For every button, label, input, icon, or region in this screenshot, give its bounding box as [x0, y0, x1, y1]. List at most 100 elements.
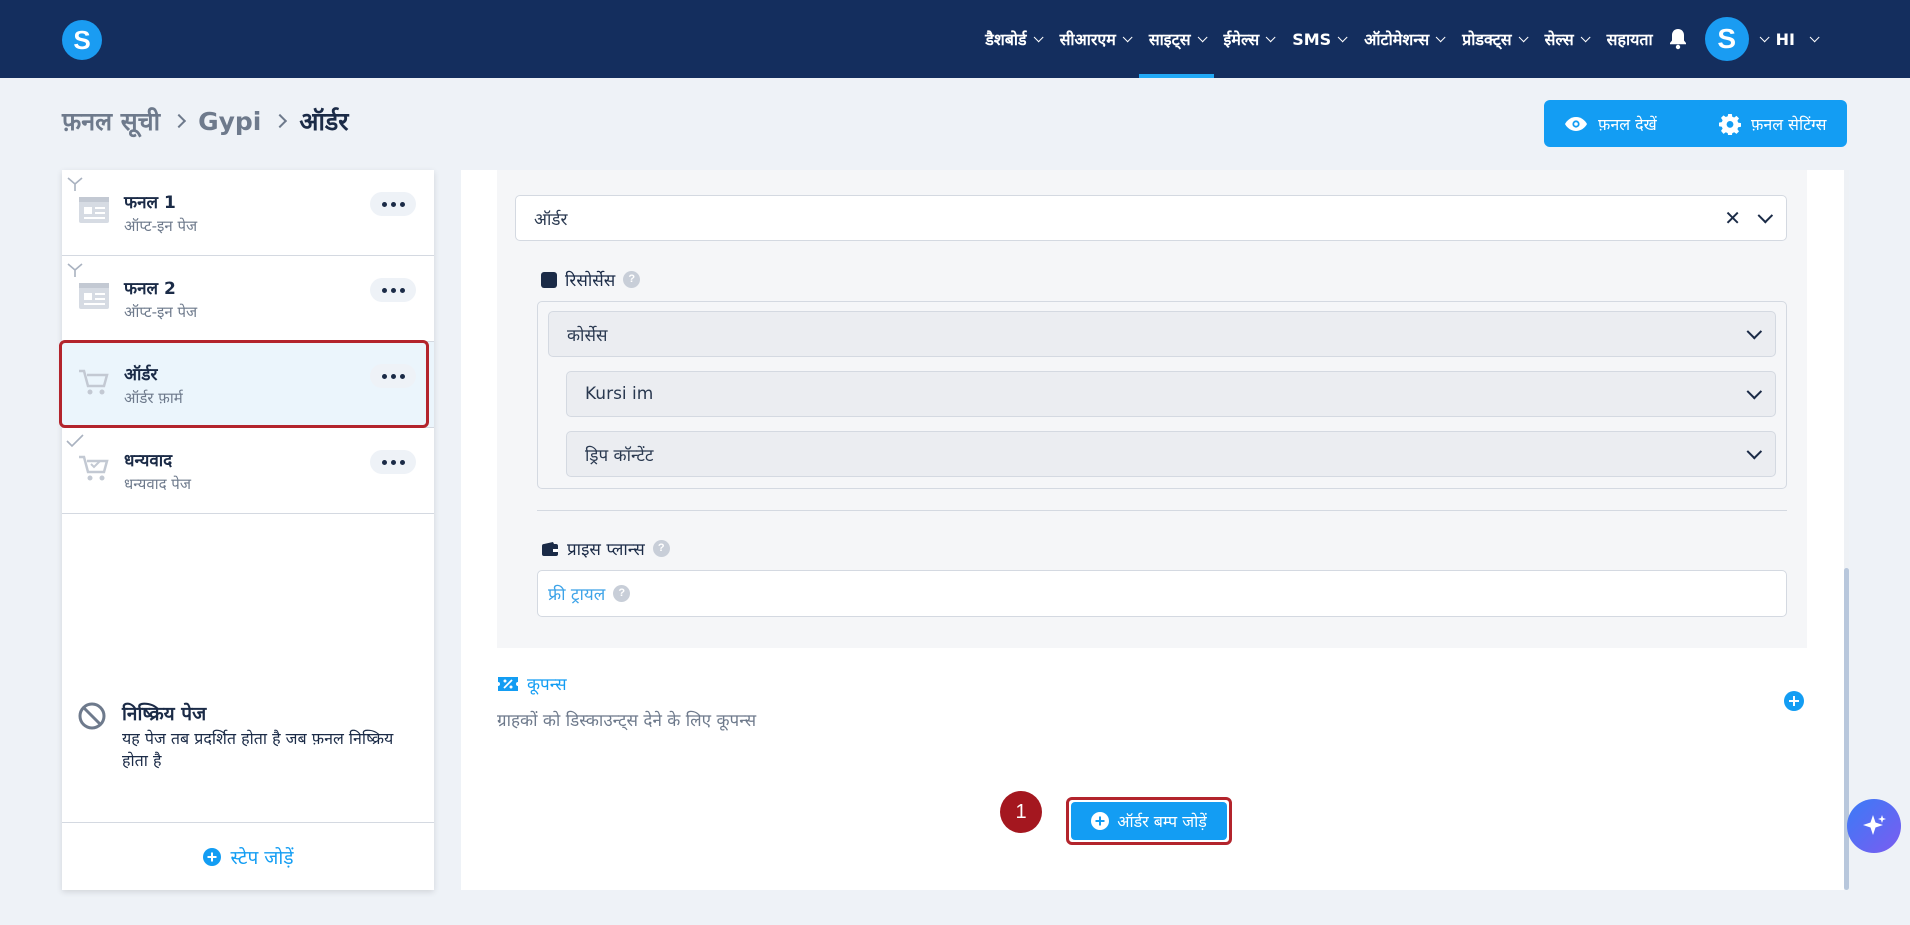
step-subtitle: धन्यवाद पेज: [124, 475, 191, 493]
gear-icon: [1719, 113, 1741, 135]
chevron-down-icon: [1435, 31, 1446, 42]
more-options-button[interactable]: [370, 278, 416, 302]
chevron-down-icon: [1746, 443, 1763, 459]
nav-label: सीआरएम: [1059, 30, 1116, 49]
more-options-button[interactable]: [370, 450, 416, 474]
split-arrow-icon: [67, 177, 83, 191]
step-item[interactable]: धन्यवाद धन्यवाद पेज: [62, 428, 434, 514]
chevron-down-icon: [1337, 31, 1348, 42]
help-icon[interactable]: ?: [623, 271, 641, 288]
free-trial-label: फ्री ट्रायल: [548, 585, 606, 605]
add-order-bump-button[interactable]: ऑर्डर बम्प जोड़ें: [1071, 802, 1227, 840]
step-subtitle: ऑप्ट-इन पेज: [124, 303, 198, 321]
help-icon[interactable]: ?: [652, 540, 670, 557]
price-plans-label: प्राइस प्लान्स: [567, 540, 645, 560]
step-subtitle: ऑप्ट-इन पेज: [124, 217, 198, 235]
nav-label: SMS: [1292, 29, 1332, 49]
nav-sms[interactable]: SMS: [1282, 0, 1354, 78]
page-icon: [79, 197, 109, 223]
funnel-settings-label: फ़नल सेटिंग्स: [1751, 114, 1827, 134]
chevron-down-icon[interactable]: [1757, 207, 1774, 223]
nav-label: साइट्स: [1148, 30, 1191, 49]
chevron-down-icon: [1746, 383, 1763, 399]
view-funnel-button[interactable]: फ़नल देखें: [1544, 100, 1710, 147]
sparkle-icon: [1863, 815, 1886, 835]
inactive-page-title: निष्क्रिय पेज: [122, 703, 207, 725]
breadcrumb-current-page: ऑर्डर: [299, 107, 349, 136]
view-funnel-label: फ़नल देखें: [1598, 114, 1657, 134]
app-logo[interactable]: S: [62, 20, 102, 60]
chevron-down-icon: [1265, 31, 1276, 42]
product-select-value: ऑर्डर: [534, 209, 568, 230]
courses-accordion[interactable]: कोर्सेस: [548, 311, 1776, 357]
step-title: फनल 2: [124, 279, 176, 299]
chevron-down-icon: [1518, 31, 1529, 42]
price-plans-heading: प्राइस प्लान्स ?: [541, 537, 670, 560]
clear-icon[interactable]: ✕: [1724, 206, 1741, 230]
nav-emails[interactable]: ईमेल्स: [1214, 0, 1283, 78]
inactive-page-description: यह पेज तब प्रदर्शित होता है जब फ़नल निष्…: [122, 729, 394, 770]
language-label: HI: [1775, 29, 1795, 49]
resources-label: रिसोर्सेस: [565, 271, 616, 291]
avatar-menu-toggle[interactable]: [1749, 0, 1770, 78]
step-item[interactable]: फनल 2 ऑप्ट-इन पेज: [62, 256, 434, 342]
nav-label: ईमेल्स: [1223, 30, 1260, 49]
chevron-down-icon: [1197, 31, 1208, 42]
nav-products[interactable]: प्रोडक्ट्स: [1452, 0, 1534, 78]
chevron-right-icon: [273, 113, 288, 129]
coupons-description: ग्राहकों को डिस्काउन्ट्स देने के लिए कूप…: [497, 711, 757, 731]
check-icon: [66, 434, 84, 448]
step-number-badge: 1: [1000, 791, 1042, 833]
main-nav: डैशबोर्ड सीआरएम साइट्स ईमेल्स SMS ऑटोमेश…: [975, 0, 1826, 78]
funnel-settings-button[interactable]: फ़नल सेटिंग्स: [1699, 100, 1847, 147]
free-trial-field[interactable]: फ्री ट्रायल ?: [537, 570, 1787, 617]
plus-circle-icon: [202, 847, 221, 866]
breadcrumb: फ़नल सूची Gypi ऑर्डर: [62, 104, 349, 138]
chevron-right-icon: [171, 113, 187, 129]
section-divider: [537, 510, 1787, 511]
resources-heading: रिसोर्सेस ?: [541, 268, 641, 291]
course-item-accordion[interactable]: Kursi im: [566, 371, 1776, 417]
wallet-icon: [542, 541, 558, 556]
breadcrumb-funnel-list[interactable]: फ़नल सूची: [62, 104, 160, 138]
avatar[interactable]: S: [1704, 17, 1749, 61]
chevron-down-icon: [1033, 31, 1044, 42]
help-icon[interactable]: ?: [613, 585, 631, 602]
nav-sites[interactable]: साइट्स: [1138, 0, 1214, 78]
nav-label: सहायता: [1606, 30, 1653, 49]
add-order-bump-label: ऑर्डर बम्प जोड़ें: [1117, 812, 1207, 831]
step-title: फनल 1: [124, 193, 176, 213]
step-item[interactable]: फनल 1 ऑप्ट-इन पेज: [62, 170, 434, 256]
split-arrow-icon: [67, 263, 83, 277]
nav-help[interactable]: सहायता: [1597, 0, 1663, 78]
chevron-down-icon: [1809, 31, 1820, 42]
product-select[interactable]: ऑर्डर ✕: [515, 195, 1787, 241]
courses-label: कोर्सेस: [567, 325, 608, 346]
add-step-label: स्टेप जोड़ें: [230, 846, 294, 869]
nav-dashboard[interactable]: डैशबोर्ड: [975, 0, 1049, 78]
drip-content-accordion[interactable]: ड्रिप कॉन्टेंट: [566, 431, 1776, 477]
breadcrumb-funnel[interactable]: Gypi: [198, 107, 261, 136]
nav-label: प्रोडक्ट्स: [1462, 30, 1512, 49]
eye-icon: [1565, 116, 1587, 131]
ban-icon: [78, 702, 106, 730]
add-coupon-icon[interactable]: [1784, 691, 1804, 711]
scrollbar-thumb[interactable]: [1844, 568, 1849, 890]
nav-label: डैशबोर्ड: [985, 30, 1027, 49]
nav-sales[interactable]: सेल्स: [1535, 0, 1597, 78]
add-step-button[interactable]: स्टेप जोड़ें: [62, 822, 434, 890]
coupons-heading[interactable]: कूपन्स: [497, 672, 567, 695]
bell-icon[interactable]: [1663, 0, 1693, 78]
drip-content-label: ड्रिप कॉन्टेंट: [585, 445, 654, 466]
nav-automations[interactable]: ऑटोमेशन्स: [1354, 0, 1452, 78]
ai-assistant-button[interactable]: [1847, 799, 1901, 853]
nav-label: सेल्स: [1544, 30, 1574, 49]
resources-icon: [541, 271, 557, 288]
language-selector[interactable]: HI: [1766, 0, 1826, 78]
nav-label: ऑटोमेशन्स: [1364, 30, 1430, 49]
chevron-down-icon: [1746, 323, 1763, 339]
more-options-button[interactable]: [370, 192, 416, 216]
nav-crm[interactable]: सीआरएम: [1050, 0, 1139, 78]
inactive-page-item[interactable]: निष्क्रिय पेज यह पेज तब प्रदर्शित होता ह…: [62, 686, 434, 772]
page-icon: [79, 283, 109, 309]
